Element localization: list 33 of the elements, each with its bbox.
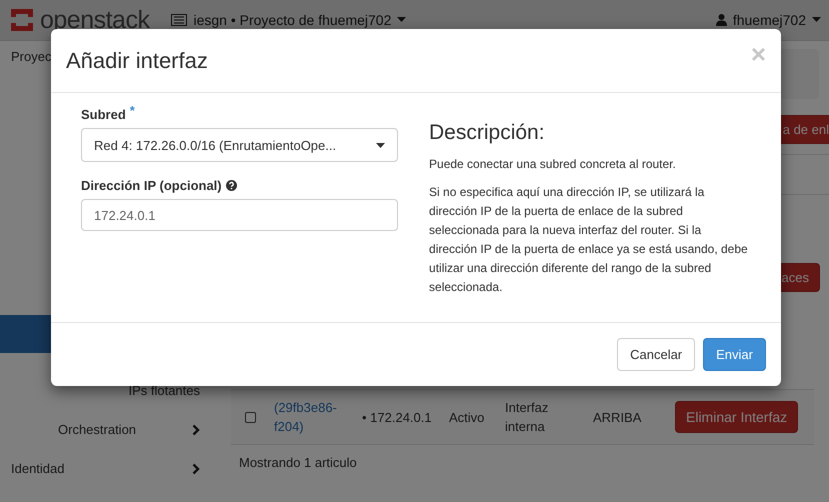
help-icon: [226, 180, 237, 191]
table-cell-text: Interfaz interna: [505, 399, 550, 436]
cancel-button[interactable]: Cancelar: [617, 338, 696, 371]
list-icon: [171, 14, 188, 26]
caret-icon: [812, 17, 821, 23]
project-selector[interactable]: iesgn • Proyecto de fhuemej702: [171, 12, 406, 28]
row-checkbox[interactable]: [245, 412, 256, 422]
ip-address-field[interactable]: 172.24.0.1: [81, 199, 398, 231]
submit-button[interactable]: Enviar: [703, 338, 766, 371]
logo-icon: [8, 6, 36, 34]
brand-name: openstack: [40, 6, 150, 34]
table-cell-text: ARRIBA: [593, 408, 642, 426]
description-text: Puede conectar una subred concreta al router.: [429, 156, 677, 173]
chevron-right-icon: [192, 462, 200, 474]
user-icon: [716, 14, 727, 26]
description-text: Si no especifica aquí una dirección IP, se utilizará la dirección IP de la puerta de enlace de la subred seleccionada para la nueva interfaz del router. Si la dirección IP de la puerta de enlace ya se está usando, debe utilizar una dirección diferente del rango de la subred seleccionada.: [429, 184, 749, 296]
chevron-right-icon: [192, 424, 200, 436]
field-label: Subred: [81, 107, 126, 122]
caret-icon: [376, 142, 386, 148]
description-title: Descripción:: [429, 121, 546, 145]
sidebar-item[interactable]: Identidad: [0, 449, 220, 488]
caret-icon: [397, 17, 406, 23]
delete-interface-button[interactable]: Eliminar Interfaz: [675, 401, 798, 433]
field-label: Dirección IP (opcional): [81, 178, 222, 193]
dialog-title: Añadir interfaz: [66, 48, 208, 74]
interface-link[interactable]: (29fb3e86-f204): [274, 398, 362, 436]
table-cell-text: Activo: [449, 408, 486, 426]
required-mark: *: [130, 103, 135, 118]
sidebar-item[interactable]: Orchestration: [0, 410, 220, 449]
subnet-select[interactable]: Red 4: 172.26.0.0/16 (EnrutamientoOpe...: [81, 128, 398, 162]
user-menu[interactable]: fhuemej702: [716, 12, 821, 28]
table-footer: Mostrando 1 articulo: [231, 445, 829, 480]
table-cell-text: • 172.24.0.1: [362, 408, 433, 426]
